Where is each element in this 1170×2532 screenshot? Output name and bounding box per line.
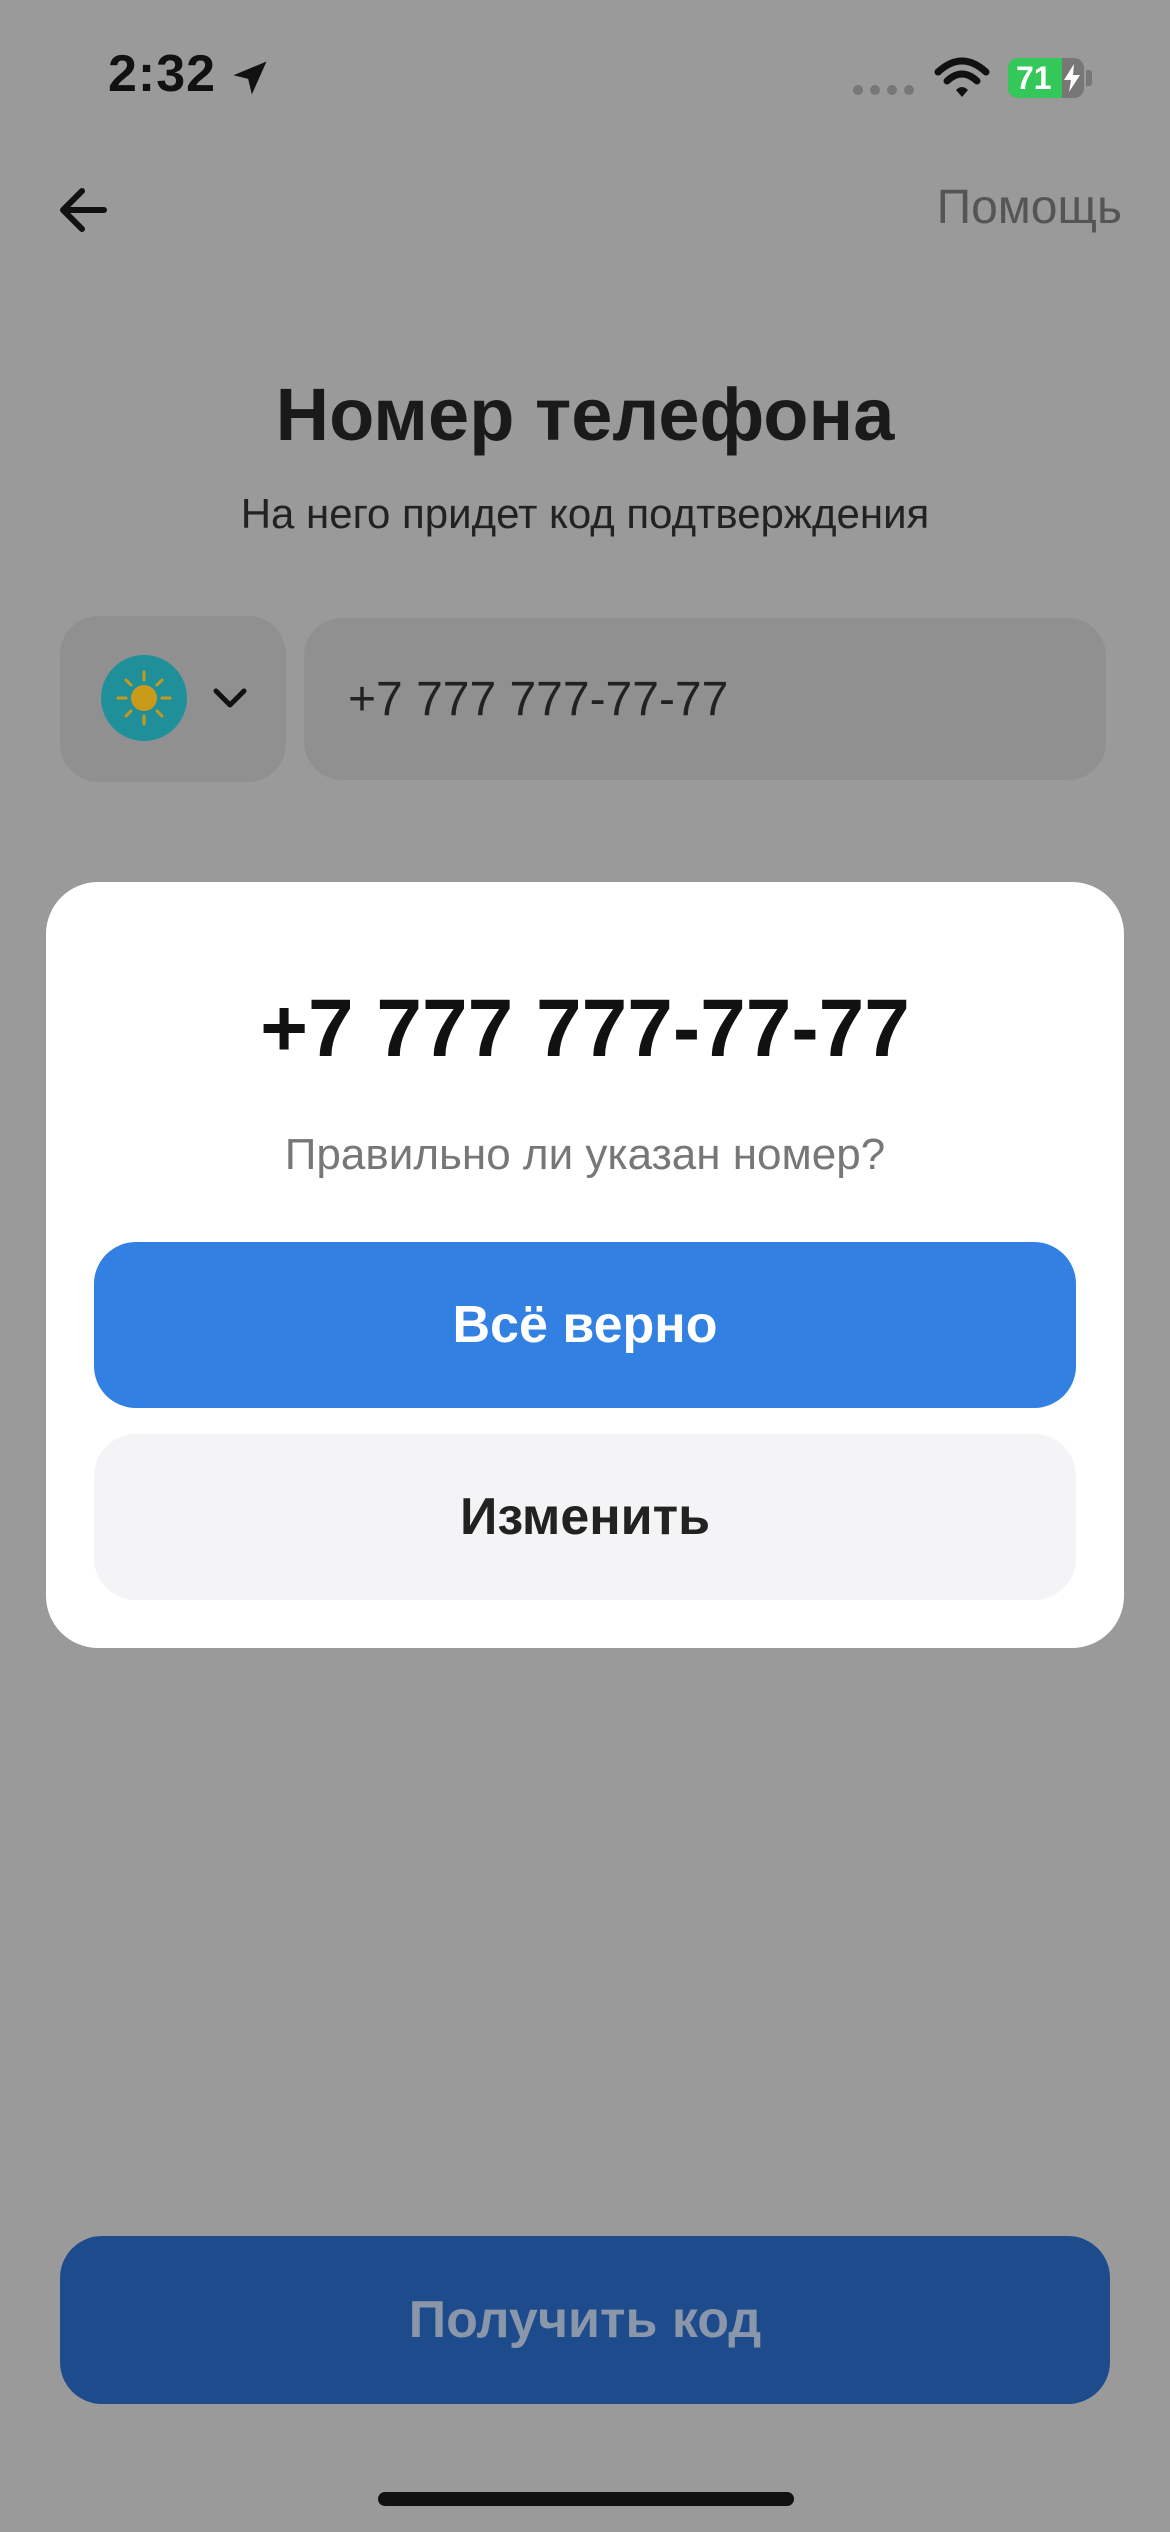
cellular-signal-icon xyxy=(853,85,914,95)
home-indicator xyxy=(378,2492,794,2506)
country-selector[interactable] xyxy=(60,616,286,782)
phone-input[interactable]: +7 777 777-77-77 xyxy=(304,618,1106,780)
battery-indicator: 71 xyxy=(1008,58,1084,98)
confirm-phone-modal: +7 777 777-77-77 Правильно ли указан ном… xyxy=(46,882,1124,1648)
phone-input-value: +7 777 777-77-77 xyxy=(348,673,729,726)
modal-question: Правильно ли указан номер? xyxy=(284,1130,886,1179)
charging-bolt-icon xyxy=(1064,64,1080,92)
confirm-button[interactable]: Всё верно xyxy=(94,1242,1076,1408)
wifi-icon xyxy=(934,57,990,97)
help-link[interactable]: Помощь xyxy=(937,180,1122,235)
chevron-down-icon xyxy=(213,688,247,708)
status-time: 2:32 xyxy=(108,45,217,103)
get-code-button[interactable]: Получить код xyxy=(60,2236,1110,2404)
change-button[interactable]: Изменить xyxy=(94,1434,1076,1600)
battery-cap xyxy=(1086,70,1092,86)
location-arrow-icon xyxy=(233,61,267,95)
battery-text: 71 xyxy=(1016,60,1052,96)
page-title: Номер телефона xyxy=(275,373,895,456)
back-arrow-icon[interactable] xyxy=(52,178,116,242)
page-subtitle: На него придет код подтверждения xyxy=(240,490,930,537)
kazakhstan-flag-icon xyxy=(101,655,187,741)
status-bar: 2:32 71 xyxy=(0,0,1170,150)
modal-phone-number: +7 777 777-77-77 xyxy=(260,983,910,1074)
